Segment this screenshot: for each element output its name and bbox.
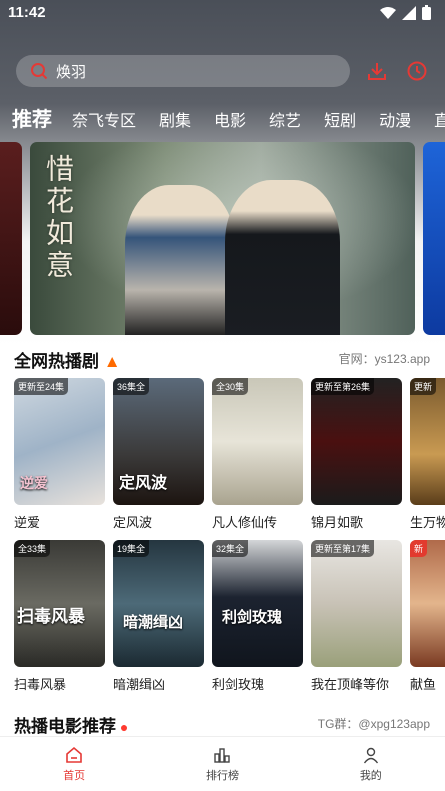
hot-series-header: 全网热播剧 ▲ 官网：ys123.app bbox=[14, 347, 430, 371]
poster-image: 更新至第26集 bbox=[311, 378, 402, 505]
signal-icon bbox=[402, 5, 416, 20]
card-title: 我在顶峰等你 bbox=[311, 677, 390, 692]
card-title: 利剑玫瑰 bbox=[212, 677, 265, 692]
poster-image: 全33集 扫毒风暴 bbox=[14, 540, 105, 667]
banner-actor-right bbox=[225, 180, 340, 335]
media-card[interactable]: 19集全 暗潮缉凶 暗潮缉凶 bbox=[113, 540, 204, 693]
history-clock-icon[interactable] bbox=[406, 60, 428, 82]
tab-series[interactable]: 剧集 bbox=[159, 107, 191, 131]
media-card[interactable]: 更新至24集 逆爱 逆爱 bbox=[14, 378, 105, 531]
search-icon bbox=[31, 63, 48, 80]
hot-series-row-2: 全33集 扫毒风暴 扫毒风暴 19集全 暗潮缉凶 暗潮缉凶 32集全 利剑玫瑰 … bbox=[14, 540, 445, 693]
media-card[interactable]: 更新至第17集 我在顶峰等你 bbox=[311, 540, 402, 693]
card-title: 献鱼 bbox=[410, 677, 437, 692]
episode-badge: 更新 bbox=[410, 378, 437, 395]
status-icons bbox=[380, 5, 431, 20]
banner-next-slide[interactable] bbox=[423, 142, 445, 335]
card-title: 生万物 bbox=[410, 515, 445, 530]
media-card[interactable]: 36集全 定风波 定风波 bbox=[113, 378, 204, 531]
episode-badge: 36集全 bbox=[113, 378, 150, 395]
poster-image: 新 bbox=[410, 540, 445, 667]
nav-home[interactable]: 首页 bbox=[0, 737, 148, 791]
banner-title-art: 惜花如意 bbox=[42, 154, 75, 282]
poster-title-art: 定风波 bbox=[119, 473, 168, 492]
tab-movies[interactable]: 电影 bbox=[214, 107, 246, 131]
nav-profile[interactable]: 我的 bbox=[297, 737, 445, 791]
search-query: 焕羽 bbox=[56, 63, 87, 81]
search-row: 焕羽 bbox=[16, 55, 436, 87]
wifi-icon bbox=[380, 6, 396, 19]
telegram-group-link[interactable]: TG群：@xpg123app bbox=[318, 715, 430, 732]
user-icon bbox=[363, 747, 378, 763]
tab-variety[interactable]: 综艺 bbox=[269, 107, 301, 131]
episode-badge: 19集全 bbox=[113, 540, 150, 557]
poster-image: 32集全 利剑玫瑰 bbox=[212, 540, 303, 667]
poster-title-art: 扫毒风暴 bbox=[17, 607, 85, 627]
fire-icon: ▲ bbox=[99, 352, 121, 371]
tab-anime[interactable]: 动漫 bbox=[379, 107, 411, 131]
banner-carousel[interactable]: 惜花如意 bbox=[0, 142, 445, 335]
episode-badge: 更新至第17集 bbox=[311, 540, 375, 557]
poster-title-art: 逆爱 bbox=[20, 476, 48, 492]
search-input[interactable]: 焕羽 bbox=[16, 55, 350, 87]
media-card[interactable]: 更新至第26集 锦月如歌 bbox=[311, 378, 402, 531]
status-time: 11:42 bbox=[8, 4, 46, 21]
card-title: 逆爱 bbox=[14, 515, 41, 530]
app-screen: 11:42 焕羽 推荐 奈飞专区 剧集 电影 综艺 短剧 动漫 直 惜花如意 全… bbox=[0, 0, 445, 791]
battery-icon bbox=[422, 5, 431, 20]
hot-series-title: 全网热播剧 ▲ bbox=[14, 352, 121, 371]
bar-chart-icon bbox=[214, 747, 231, 763]
banner-slide[interactable]: 惜花如意 bbox=[30, 142, 415, 335]
hot-movies-header: 热播电影推荐 ● TG群：@xpg123app bbox=[14, 712, 430, 736]
media-card[interactable]: 更新 生万物 bbox=[410, 378, 445, 531]
tab-netflix[interactable]: 奈飞专区 bbox=[72, 107, 136, 131]
poster-image: 19集全 暗潮缉凶 bbox=[113, 540, 204, 667]
bottom-navigation: 首页 排行榜 我的 bbox=[0, 736, 445, 791]
card-title: 凡人修仙传 bbox=[212, 515, 278, 530]
hot-movies-title: 热播电影推荐 ● bbox=[14, 717, 129, 736]
episode-badge: 全30集 bbox=[212, 378, 249, 395]
banner-prev-slide[interactable] bbox=[0, 142, 22, 335]
tab-recommend[interactable]: 推荐 bbox=[12, 103, 52, 132]
status-bar: 11:42 bbox=[0, 0, 445, 26]
banner-actor-left bbox=[125, 185, 235, 335]
tab-live[interactable]: 直 bbox=[434, 107, 445, 131]
nav-ranking-label: 排行榜 bbox=[205, 769, 239, 782]
media-card[interactable]: 全30集 凡人修仙传 bbox=[212, 378, 303, 531]
media-card[interactable]: 新 献鱼 bbox=[410, 540, 445, 693]
hot-series-row-1: 更新至24集 逆爱 逆爱 36集全 定风波 定风波 全30集 凡人修仙传 更新至… bbox=[14, 378, 445, 531]
media-card[interactable]: 全33集 扫毒风暴 扫毒风暴 bbox=[14, 540, 105, 693]
home-icon bbox=[66, 746, 82, 763]
card-title: 暗潮缉凶 bbox=[113, 677, 166, 692]
episode-badge: 全33集 bbox=[14, 540, 51, 557]
poster-title-art: 暗潮缉凶 bbox=[123, 613, 184, 631]
new-badge: 新 bbox=[410, 540, 428, 557]
tab-short-drama[interactable]: 短剧 bbox=[324, 107, 356, 131]
poster-image: 更新 bbox=[410, 378, 445, 505]
card-title: 扫毒风暴 bbox=[14, 677, 67, 692]
nav-ranking[interactable]: 排行榜 bbox=[148, 737, 296, 791]
category-tabs: 推荐 奈飞专区 剧集 电影 综艺 短剧 动漫 直 bbox=[12, 103, 445, 131]
poster-image: 更新至24集 逆爱 bbox=[14, 378, 105, 505]
poster-image: 更新至第17集 bbox=[311, 540, 402, 667]
official-site-link[interactable]: 官网：ys123.app bbox=[339, 350, 430, 367]
hundred-points-icon: ● bbox=[116, 719, 129, 735]
poster-title-art: 利剑玫瑰 bbox=[222, 608, 283, 626]
nav-profile-label: 我的 bbox=[359, 769, 382, 782]
download-icon[interactable] bbox=[366, 60, 388, 82]
card-title: 锦月如歌 bbox=[311, 515, 364, 530]
poster-image: 全30集 bbox=[212, 378, 303, 505]
card-title: 定风波 bbox=[113, 515, 153, 530]
episode-badge: 更新至第26集 bbox=[311, 378, 375, 395]
episode-badge: 32集全 bbox=[212, 540, 249, 557]
media-card[interactable]: 32集全 利剑玫瑰 利剑玫瑰 bbox=[212, 540, 303, 693]
poster-image: 36集全 定风波 bbox=[113, 378, 204, 505]
nav-home-label: 首页 bbox=[63, 769, 86, 782]
episode-badge: 更新至24集 bbox=[14, 378, 69, 395]
